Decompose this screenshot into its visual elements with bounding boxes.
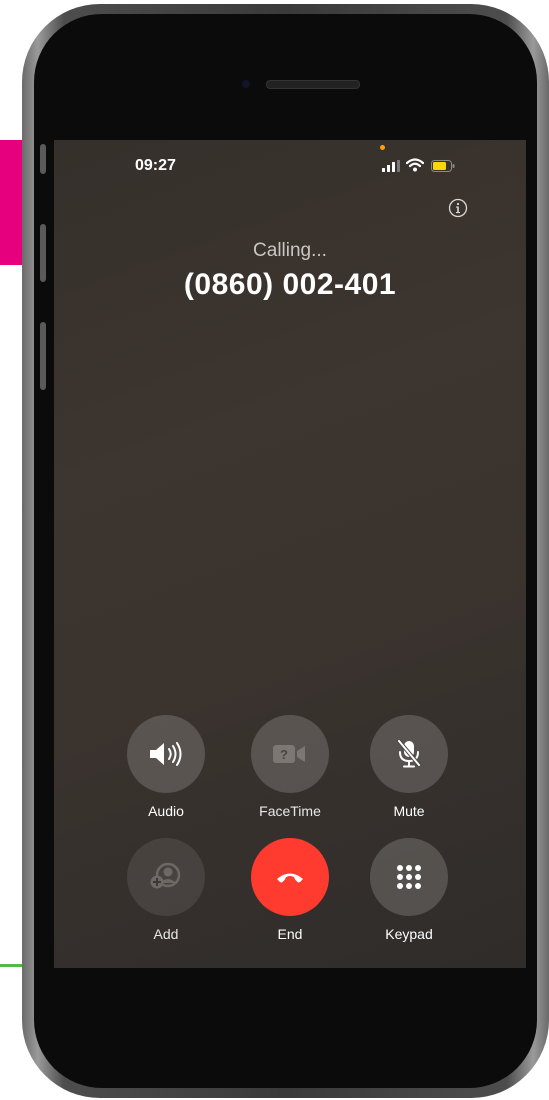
- end-call-button[interactable]: [251, 838, 329, 916]
- phone-screen: 09:27 Calling... (0860) 002-401 Audio ? …: [54, 140, 526, 968]
- facetime-button[interactable]: ?: [251, 715, 329, 793]
- audio-label: Audio: [148, 803, 184, 819]
- facetime-control[interactable]: ? FaceTime: [240, 715, 340, 819]
- info-icon[interactable]: [448, 198, 468, 218]
- earpiece-speaker: [266, 80, 360, 89]
- mute-label: Mute: [393, 803, 425, 819]
- keypad-label: Keypad: [385, 926, 433, 942]
- speaker-icon: [150, 742, 182, 766]
- keypad-button[interactable]: [370, 838, 448, 916]
- volume-up-button: [40, 224, 46, 282]
- mute-button[interactable]: [370, 715, 448, 793]
- end-label: End: [277, 926, 303, 942]
- phone-hangup-icon: [277, 873, 303, 883]
- audio-button[interactable]: [127, 715, 205, 793]
- volume-down-button: [40, 322, 46, 390]
- add-button[interactable]: [127, 838, 205, 916]
- mic-off-icon: [397, 739, 421, 768]
- add-person-icon: [150, 862, 181, 889]
- add-label: Add: [153, 926, 179, 942]
- audio-control[interactable]: Audio: [116, 715, 216, 819]
- signal-icon: [382, 160, 400, 172]
- call-number: (0860) 002-401: [183, 268, 397, 301]
- keypad-icon: [397, 865, 421, 889]
- silent-switch: [40, 144, 46, 174]
- front-camera: [242, 80, 250, 88]
- battery-icon: [431, 160, 455, 172]
- video-camera-icon: ?: [273, 745, 305, 763]
- status-time: 09:27: [135, 157, 176, 174]
- call-status-text: Calling...: [253, 240, 327, 261]
- end-control[interactable]: End: [240, 838, 340, 942]
- svg-text:?: ?: [280, 747, 288, 762]
- keypad-control[interactable]: Keypad: [359, 838, 459, 942]
- recording-indicator-dot: [380, 145, 385, 150]
- add-control[interactable]: Add: [116, 838, 216, 942]
- wifi-icon: [406, 158, 424, 172]
- mute-control[interactable]: Mute: [359, 715, 459, 819]
- stage: 09:27 Calling... (0860) 002-401 Audio ? …: [0, 0, 549, 1100]
- facetime-label: FaceTime: [259, 803, 321, 819]
